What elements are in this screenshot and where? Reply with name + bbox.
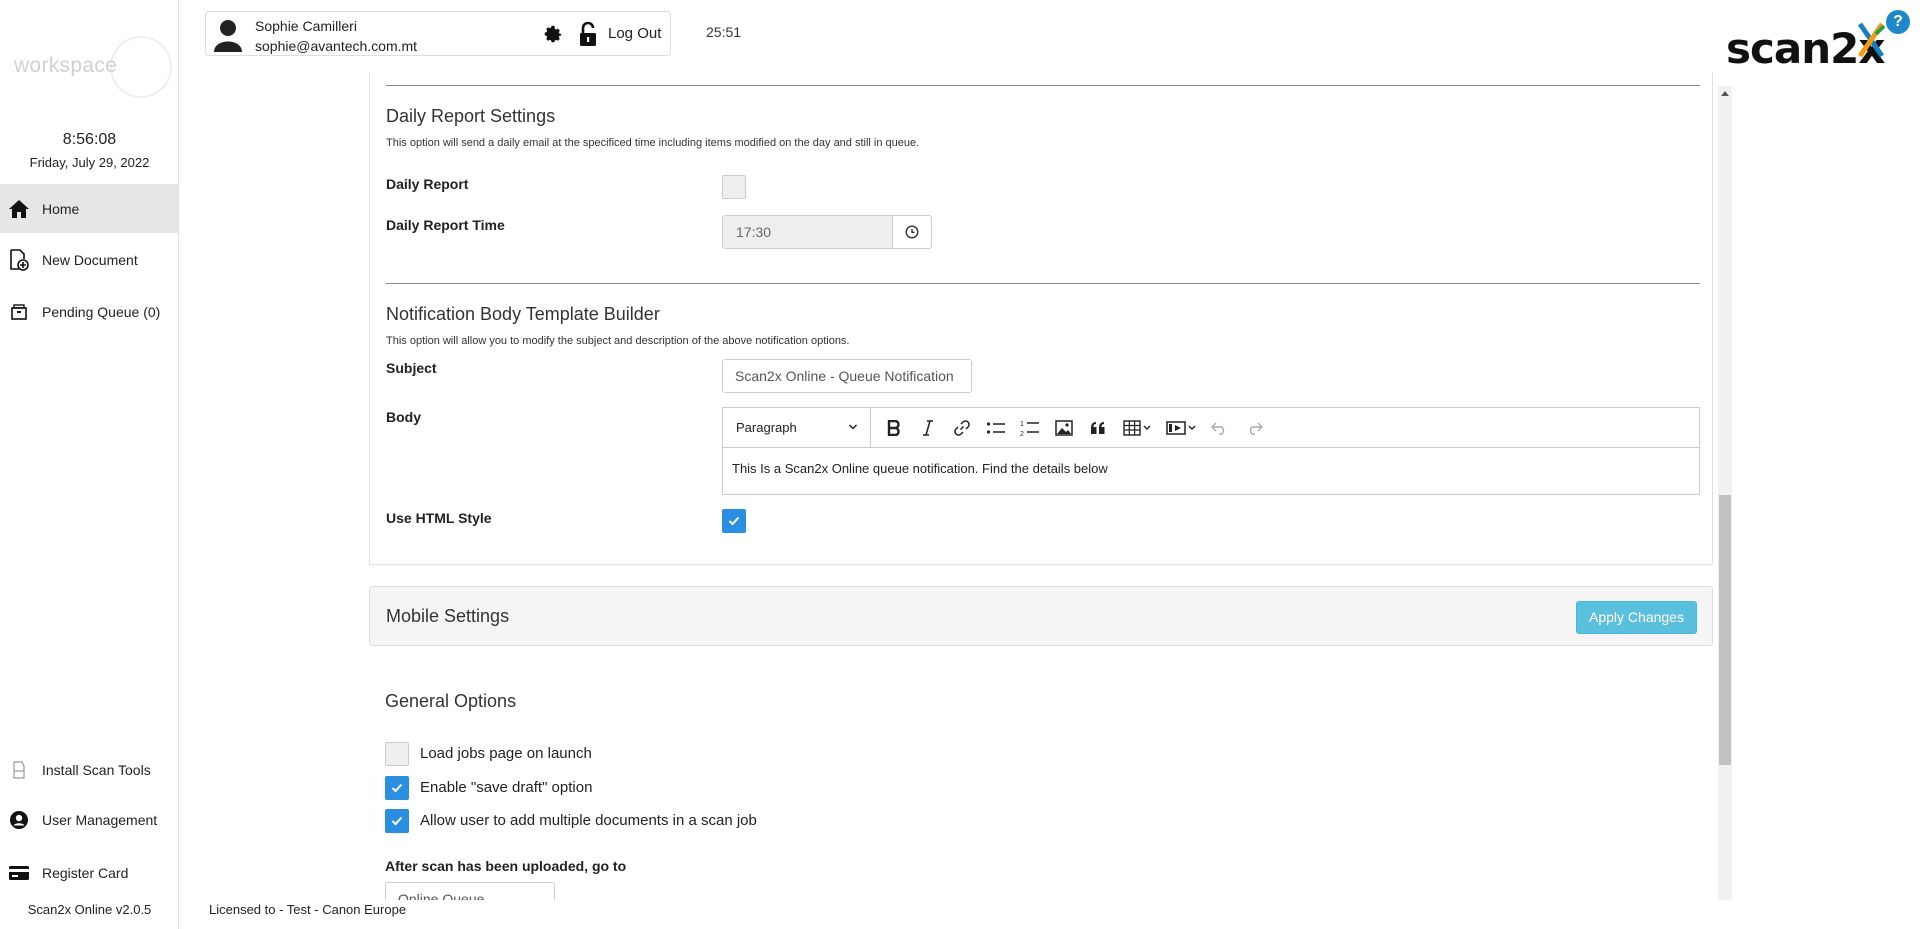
after-upload-select-value: Online Queue	[398, 891, 485, 900]
home-icon	[7, 197, 31, 221]
scroll-up-arrow-icon[interactable]	[1718, 86, 1732, 100]
sidebar-item-label: Home	[42, 200, 80, 217]
apply-changes-button[interactable]: Apply Changes	[1576, 601, 1697, 634]
save-draft-label: Enable "save draft" option	[420, 779, 593, 796]
user-icon	[7, 808, 31, 832]
user-name: Sophie Camilleri	[255, 18, 357, 34]
cloud-logo-icon	[110, 36, 172, 98]
daily-report-time-label: Daily Report Time	[386, 217, 505, 233]
scan2x-logo: scan2x	[1724, 14, 1885, 73]
divider	[386, 85, 1700, 86]
after-upload-label: After scan has been uploaded, go to	[385, 858, 627, 874]
bold-icon[interactable]	[877, 408, 911, 448]
mobile-settings-header: Mobile Settings Apply Changes	[369, 586, 1713, 646]
notification-settings-panel: Daily Report Settings This option will s…	[369, 72, 1713, 565]
session-timer: 25:51	[706, 24, 742, 40]
sidebar-item-label: Install Scan Tools	[42, 761, 151, 778]
sidebar-item-install-scan-tools[interactable]: Install Scan Tools	[0, 745, 179, 794]
general-options-title: General Options	[385, 691, 517, 711]
avatar-icon	[212, 18, 244, 52]
gear-icon[interactable]	[542, 23, 564, 45]
scanner-icon	[7, 758, 31, 782]
sidebar-item-new-document[interactable]: New Document	[0, 235, 179, 284]
help-button[interactable]: ?	[1886, 10, 1910, 34]
checkmark-icon	[728, 516, 740, 526]
sidebar-date: Friday, July 29, 2022	[29, 155, 150, 170]
multiple-documents-label: Allow user to add multiple documents in …	[420, 812, 757, 829]
logo-text: workspace	[14, 54, 118, 77]
daily-report-title: Daily Report Settings	[386, 106, 556, 126]
chevron-down-icon	[848, 423, 858, 430]
bulleted-list-icon[interactable]	[979, 408, 1013, 448]
paragraph-select[interactable]: Paragraph	[723, 407, 871, 448]
paragraph-select-value: Paragraph	[736, 420, 797, 435]
media-embed-icon[interactable]	[1159, 408, 1203, 448]
license-text: Licensed to - Test - Canon Europe	[209, 902, 407, 917]
after-upload-select[interactable]: Online Queue	[385, 882, 555, 900]
sidebar-item-label: Pending Queue (0)	[42, 303, 161, 320]
scrollbar-track[interactable]	[1718, 86, 1732, 900]
daily-report-description: This option will send a daily email at t…	[386, 137, 920, 149]
editor-body[interactable]: This Is a Scan2x Online queue notificati…	[723, 448, 1699, 489]
sidebar-item-user-management[interactable]: User Management	[0, 795, 179, 844]
load-jobs-page-checkbox[interactable]	[385, 742, 409, 766]
body-label: Body	[386, 409, 421, 425]
daily-report-time-input[interactable]: 17:30	[722, 215, 932, 249]
template-builder-title: Notification Body Template Builder	[386, 304, 660, 324]
save-draft-checkbox[interactable]	[385, 776, 409, 800]
load-jobs-page-label: Load jobs page on launch	[420, 745, 592, 762]
logout-button[interactable]: Log Out	[608, 25, 661, 42]
sidebar-item-home[interactable]: Home	[0, 184, 179, 233]
table-icon[interactable]	[1115, 408, 1159, 448]
lock-icon[interactable]	[578, 21, 598, 47]
body-rich-text-editor: Paragraph 12 This Is a Scan2x Online que…	[722, 407, 1700, 495]
use-html-style-label: Use HTML Style	[386, 510, 492, 526]
sidebar-item-label: New Document	[42, 251, 138, 268]
checkmark-icon	[391, 816, 403, 826]
sidebar-item-label: User Management	[42, 811, 158, 828]
daily-report-checkbox[interactable]	[722, 175, 746, 199]
sidebar-item-pending-queue[interactable]: Pending Queue (0)	[0, 287, 179, 336]
pending-queue-icon	[7, 300, 31, 324]
clock-icon[interactable]	[892, 216, 931, 248]
mobile-settings-title: Mobile Settings	[386, 606, 510, 626]
scrollbar-thumb[interactable]	[1719, 495, 1731, 765]
subject-label: Subject	[386, 360, 437, 376]
divider	[386, 283, 1700, 284]
editor-toolbar: Paragraph 12	[723, 407, 1699, 448]
svg-text:2: 2	[1020, 431, 1024, 437]
user-email: sophie@avantech.com.mt	[255, 38, 418, 54]
new-document-icon	[7, 248, 31, 272]
workspace-logo: workspace	[12, 28, 172, 108]
blockquote-icon[interactable]	[1081, 408, 1115, 448]
user-info-box: Sophie Camilleri sophie@avantech.com.mt …	[205, 11, 671, 56]
numbered-list-icon[interactable]: 12	[1013, 408, 1047, 448]
sidebar-item-label: Register Card	[42, 864, 129, 881]
time-value: 17:30	[736, 224, 772, 240]
sidebar-clock: 8:56:08	[62, 131, 117, 148]
subject-input[interactable]: Scan2x Online - Queue Notification	[722, 359, 972, 393]
undo-icon[interactable]	[1203, 408, 1237, 448]
template-builder-description: This option will allow you to modify the…	[386, 335, 850, 347]
brand-x-mark-icon	[1857, 22, 1886, 58]
redo-icon[interactable]	[1237, 408, 1271, 448]
image-icon[interactable]	[1047, 408, 1081, 448]
svg-text:1: 1	[1020, 421, 1024, 428]
multiple-documents-checkbox[interactable]	[385, 809, 409, 833]
sidebar-item-register-card[interactable]: Register Card	[0, 848, 179, 897]
use-html-style-checkbox[interactable]	[722, 509, 746, 533]
italic-icon[interactable]	[911, 408, 945, 448]
main-content: Daily Report Settings This option will s…	[369, 72, 1718, 900]
link-icon[interactable]	[945, 408, 979, 448]
checkmark-icon	[391, 783, 403, 793]
app-version: Scan2x Online v2.0.5	[27, 902, 152, 917]
sidebar: workspace 8:56:08 Friday, July 29, 2022 …	[0, 0, 179, 929]
card-icon	[7, 861, 31, 885]
daily-report-label: Daily Report	[386, 176, 469, 192]
